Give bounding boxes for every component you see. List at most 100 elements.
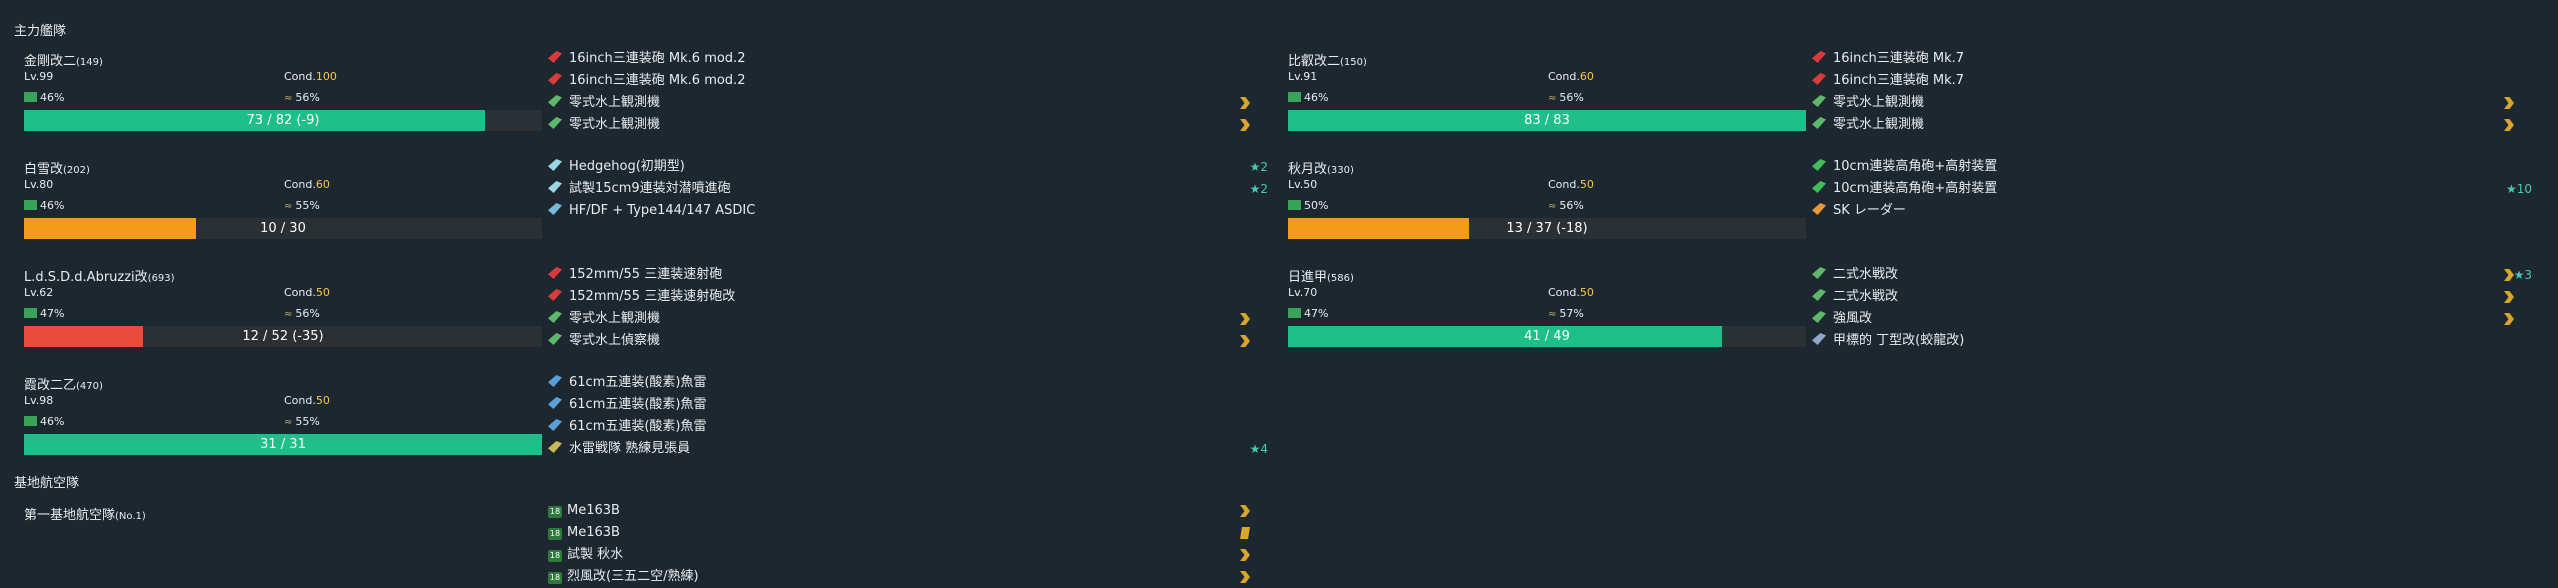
cond-value: 50 (1579, 178, 1594, 191)
ship-name: 霞改二乙(470) (24, 374, 103, 393)
equip-name: 甲標的 丁型改(蛟龍改) (1833, 333, 1965, 348)
ship-level: Lv.91 (1288, 70, 1318, 83)
equip-name: 零式水上観測機 (1833, 95, 1925, 110)
ammo-icon: ≈ (1548, 309, 1557, 320)
plane-name: 試製 秋水 (567, 547, 624, 562)
equip-slot[interactable]: 零式水上観測機 (548, 92, 1268, 114)
ammo-value: 56% (295, 91, 320, 104)
fuel-value: 47% (1304, 307, 1329, 320)
plane-count-badge: 18 (548, 550, 562, 562)
hp-bar: 31 / 31 (24, 434, 542, 455)
base-air-corps: 第一基地航空隊(No.1) (24, 504, 146, 523)
ammo-value: 56% (295, 307, 320, 320)
equip-slot[interactable]: 16inch三連装砲 Mk.7 (1812, 48, 2532, 70)
improvement-level: ★4 (1249, 442, 1268, 456)
equip-slot[interactable]: 甲標的 丁型改(蛟龍改) (1812, 330, 2532, 352)
equip-name: 水雷戦隊 熟練見張員 (569, 441, 691, 456)
main-gun-icon (1812, 73, 1826, 85)
fuel-icon (1288, 200, 1301, 210)
improvement-level: ★10 (2505, 182, 2532, 196)
proficiency-icon (2504, 291, 2514, 303)
ship-card[interactable]: 比叡改二(150) Lv.91 Cond.60 46% ≈56% 83 / 83 16inc… (1278, 50, 2548, 154)
ammo-icon: ≈ (284, 93, 293, 104)
seaplane-icon (548, 311, 562, 323)
equip-name: SK レーダー (1833, 203, 1906, 218)
plane-count-badge: 18 (548, 572, 562, 584)
equip-slot[interactable]: 零式水上偵察機 (548, 330, 1268, 352)
ship-cond: Cond.50 (1548, 178, 1594, 191)
ship-level: Lv.62 (24, 286, 54, 299)
equip-slot[interactable]: HF/DF + Type144/147 ASDIC (548, 200, 1268, 222)
base-plane-slot[interactable]: 18 Me163B (548, 522, 1268, 544)
proficiency-icon (1240, 97, 1250, 109)
equip-slot[interactable]: 16inch三連装砲 Mk.6 mod.2 (548, 70, 1268, 92)
equip-slot[interactable]: Hedgehog(初期型) ★2 (548, 156, 1268, 178)
equip-slot[interactable]: 16inch三連装砲 Mk.7 (1812, 70, 2532, 92)
equip-name: 61cm五連装(酸素)魚雷 (569, 419, 707, 434)
ammo-value: 56% (1559, 199, 1584, 212)
equip-slot[interactable]: 零式水上観測機 (1812, 92, 2532, 114)
equip-slot[interactable]: 152mm/55 三連装速射砲改 (548, 286, 1268, 308)
seaplane-icon (548, 333, 562, 345)
ship-level: Lv.98 (24, 394, 54, 407)
base-plane-slot[interactable]: 18 Me163B (548, 500, 1268, 522)
equip-slot[interactable]: 152mm/55 三連装速射砲 (548, 264, 1268, 286)
ship-card[interactable]: 霞改二乙(470) Lv.98 Cond.50 46% ≈55% 31 / 31 61cm五… (14, 374, 1284, 478)
equip-slot[interactable]: 10cm連装高角砲+高射装置 (1812, 156, 2532, 178)
cond-label: Cond. (1548, 70, 1580, 83)
equip-slot[interactable]: 61cm五連装(酸素)魚雷 (548, 416, 1268, 438)
ship-card[interactable]: 秋月改(330) Lv.50 Cond.50 50% ≈56% 13 / 37 (-18)… (1278, 158, 2548, 262)
equip-name: HF/DF + Type144/147 ASDIC (569, 203, 756, 218)
ship-card[interactable]: 金剛改二(149) Lv.99 Cond.100 46% ≈56% 73 / 82 (-9… (14, 50, 1284, 154)
seaplane-icon (1812, 95, 1826, 107)
plane-name: 烈風改(三五二空/熟練) (567, 569, 699, 584)
seaplane-fighter-icon (1812, 289, 1826, 301)
fuel-value: 50% (1304, 199, 1329, 212)
ship-card[interactable]: L.d.S.D.d.Abruzzi改(693) Lv.62 Cond.50 47% ≈5… (14, 266, 1284, 370)
equip-slot[interactable]: SK レーダー (1812, 200, 2532, 222)
ship-fuel: 46% (1288, 91, 1328, 104)
ammo-icon: ≈ (1548, 93, 1557, 104)
aa-gun-icon (1812, 181, 1826, 193)
torpedo-icon (548, 375, 562, 387)
equip-slot[interactable]: 16inch三連装砲 Mk.6 mod.2 (548, 48, 1268, 70)
equip-slot[interactable]: 零式水上観測機 (548, 114, 1268, 136)
cond-label: Cond. (1548, 178, 1580, 191)
equip-slot[interactable]: 二式水戦改 ★3 (1812, 264, 2532, 286)
aa-gun-icon (1812, 159, 1826, 171)
ammo-icon: ≈ (284, 309, 293, 320)
ship-card[interactable]: 白雪改(202) Lv.80 Cond.60 46% ≈55% 10 / 30 Hedgeh… (14, 158, 1284, 262)
main-gun-icon (548, 73, 562, 85)
ship-card[interactable]: 日進甲(586) Lv.70 Cond.50 47% ≈57% 41 / 49 二式水戦改 ★… (1278, 266, 2548, 370)
ship-id: (693) (147, 273, 175, 284)
base-plane-slot[interactable]: 18 試製 秋水 (548, 544, 1268, 566)
seaplane-fighter-icon (1812, 267, 1826, 279)
base-plane-slot[interactable]: 18 烈風改(三五二空/熟練) (548, 566, 1268, 588)
equip-name: 61cm五連装(酸素)魚雷 (569, 375, 707, 390)
plane-count-badge: 18 (548, 528, 562, 540)
ship-fuel: 47% (24, 307, 64, 320)
hp-text: 73 / 82 (-9) (246, 113, 320, 128)
equip-name: 152mm/55 三連装速射砲 (569, 267, 723, 282)
ship-cond: Cond.60 (284, 178, 330, 191)
ammo-icon: ≈ (284, 417, 293, 428)
cond-label: Cond. (284, 394, 316, 407)
equip-slot[interactable]: 水雷戦隊 熟練見張員 ★4 (548, 438, 1268, 460)
equip-slot[interactable]: 61cm五連装(酸素)魚雷 (548, 394, 1268, 416)
ship-name-text: 比叡改二 (1288, 54, 1341, 69)
equip-slot[interactable]: 零式水上観測機 (548, 308, 1268, 330)
ship-name: 秋月改(330) (1288, 158, 1354, 177)
equip-name: 61cm五連装(酸素)魚雷 (569, 397, 707, 412)
ship-ammo: ≈56% (1548, 91, 1584, 104)
proficiency-icon (2504, 97, 2514, 109)
equip-slot[interactable]: 試製15cm9連装対潜噴進砲 ★2 (548, 178, 1268, 200)
equip-slot[interactable]: 10cm連装高角砲+高射装置 ★10 (1812, 178, 2532, 200)
hp-text: 41 / 49 (1524, 329, 1570, 344)
ship-name-text: 金剛改二 (24, 54, 77, 69)
equip-slot[interactable]: 強風改 (1812, 308, 2532, 330)
fuel-value: 46% (40, 199, 65, 212)
equip-slot[interactable]: 61cm五連装(酸素)魚雷 (548, 372, 1268, 394)
equip-slot[interactable]: 二式水戦改 (1812, 286, 2532, 308)
ship-ammo: ≈55% (284, 199, 320, 212)
equip-slot[interactable]: 零式水上観測機 (1812, 114, 2532, 136)
